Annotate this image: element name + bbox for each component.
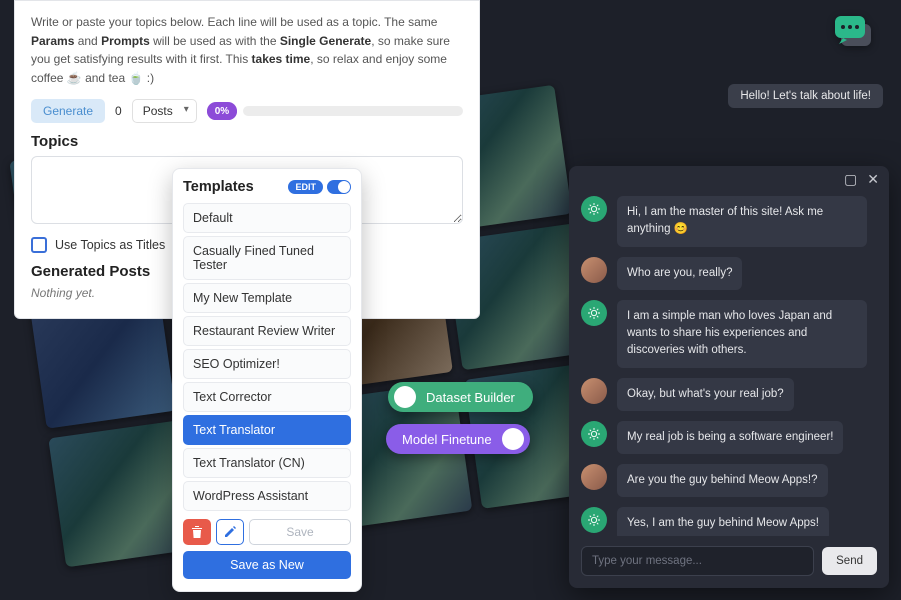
count-value: 0	[115, 104, 122, 118]
chat-close-icon[interactable]: ✕	[867, 172, 879, 186]
edit-template-button[interactable]	[216, 519, 244, 545]
template-item[interactable]: Casually Fined Tuned Tester	[183, 236, 351, 280]
template-item[interactable]: My New Template	[183, 283, 351, 313]
toggle-switch-icon[interactable]	[327, 180, 351, 194]
greeting-bubble: Hello! Let's talk about life!	[728, 84, 883, 108]
progress-percent: 0%	[207, 103, 237, 120]
chat-brand-icon[interactable]	[833, 14, 877, 59]
delete-template-button[interactable]	[183, 519, 211, 545]
ai-avatar-icon	[581, 421, 607, 447]
edit-badge: EDIT	[288, 180, 323, 194]
template-item[interactable]: SEO Optimizer!	[183, 349, 351, 379]
post-type-select[interactable]: Posts	[132, 99, 197, 123]
model-finetune-pill[interactable]: Model Finetune	[386, 424, 530, 454]
templates-title: Templates	[183, 179, 254, 195]
ai-avatar-icon	[581, 507, 607, 533]
chat-send-button[interactable]: Send	[822, 547, 877, 575]
edit-toggle[interactable]: EDIT	[288, 180, 351, 194]
message-text: Hi, I am the master of this site! Ask me…	[617, 196, 867, 247]
progress-indicator: 0%	[207, 102, 237, 120]
intro-text: Write or paste your topics below. Each l…	[31, 13, 463, 87]
chat-message: Who are you, really?	[581, 257, 877, 290]
pill-dot-icon	[394, 386, 416, 408]
message-text: Okay, but what's your real job?	[617, 378, 794, 411]
chat-input[interactable]	[581, 546, 814, 576]
topics-heading: Topics	[31, 133, 463, 150]
user-avatar-icon	[581, 464, 607, 490]
pill-dot-icon	[502, 428, 524, 450]
model-finetune-label: Model Finetune	[402, 432, 492, 447]
template-item[interactable]: WordPress Assistant	[183, 481, 351, 511]
use-topics-checkbox[interactable]	[31, 237, 47, 253]
trash-icon	[191, 525, 203, 539]
chat-message: My real job is being a software engineer…	[581, 421, 877, 454]
controls-row: Generate 0 Posts 0%	[31, 99, 463, 123]
message-text: I am a simple man who loves Japan and wa…	[617, 300, 867, 368]
use-topics-label: Use Topics as Titles	[55, 238, 165, 252]
template-item[interactable]: Text Translator (CN)	[183, 448, 351, 478]
ai-avatar-icon	[581, 300, 607, 326]
template-item[interactable]: Restaurant Review Writer	[183, 316, 351, 346]
template-item[interactable]: Text Corrector	[183, 382, 351, 412]
chat-message: Okay, but what's your real job?	[581, 378, 877, 411]
progress-track	[243, 106, 463, 116]
templates-list: DefaultCasually Fined Tuned TesterMy New…	[183, 203, 351, 511]
chat-messages-list[interactable]: Hi, I am the master of this site! Ask me…	[569, 192, 889, 536]
dataset-builder-label: Dataset Builder	[426, 390, 515, 405]
chat-maximize-icon[interactable]: ▢	[844, 172, 857, 186]
generate-button[interactable]: Generate	[31, 99, 105, 123]
chat-message: Hi, I am the master of this site! Ask me…	[581, 196, 877, 247]
save-template-button[interactable]: Save	[249, 519, 351, 545]
message-text: Are you the guy behind Meow Apps!?	[617, 464, 828, 497]
user-avatar-icon	[581, 257, 607, 283]
dataset-builder-pill[interactable]: Dataset Builder	[388, 382, 533, 412]
template-item[interactable]: Default	[183, 203, 351, 233]
message-text: Yes, I am the guy behind Meow Apps!	[617, 507, 829, 536]
chat-composer: Send	[569, 536, 889, 588]
pencil-icon	[223, 525, 237, 539]
ai-avatar-icon	[581, 196, 607, 222]
chat-message: Yes, I am the guy behind Meow Apps!	[581, 507, 877, 536]
chat-window: ▢ ✕ Hi, I am the master of this site! As…	[569, 166, 889, 588]
templates-popover: Templates EDIT DefaultCasually Fined Tun…	[172, 168, 362, 592]
save-as-new-button[interactable]: Save as New	[183, 551, 351, 579]
message-text: Who are you, really?	[617, 257, 742, 290]
template-item[interactable]: Text Translator	[183, 415, 351, 445]
user-avatar-icon	[581, 378, 607, 404]
chat-message: I am a simple man who loves Japan and wa…	[581, 300, 877, 368]
chat-message: Are you the guy behind Meow Apps!?	[581, 464, 877, 497]
message-text: My real job is being a software engineer…	[617, 421, 843, 454]
